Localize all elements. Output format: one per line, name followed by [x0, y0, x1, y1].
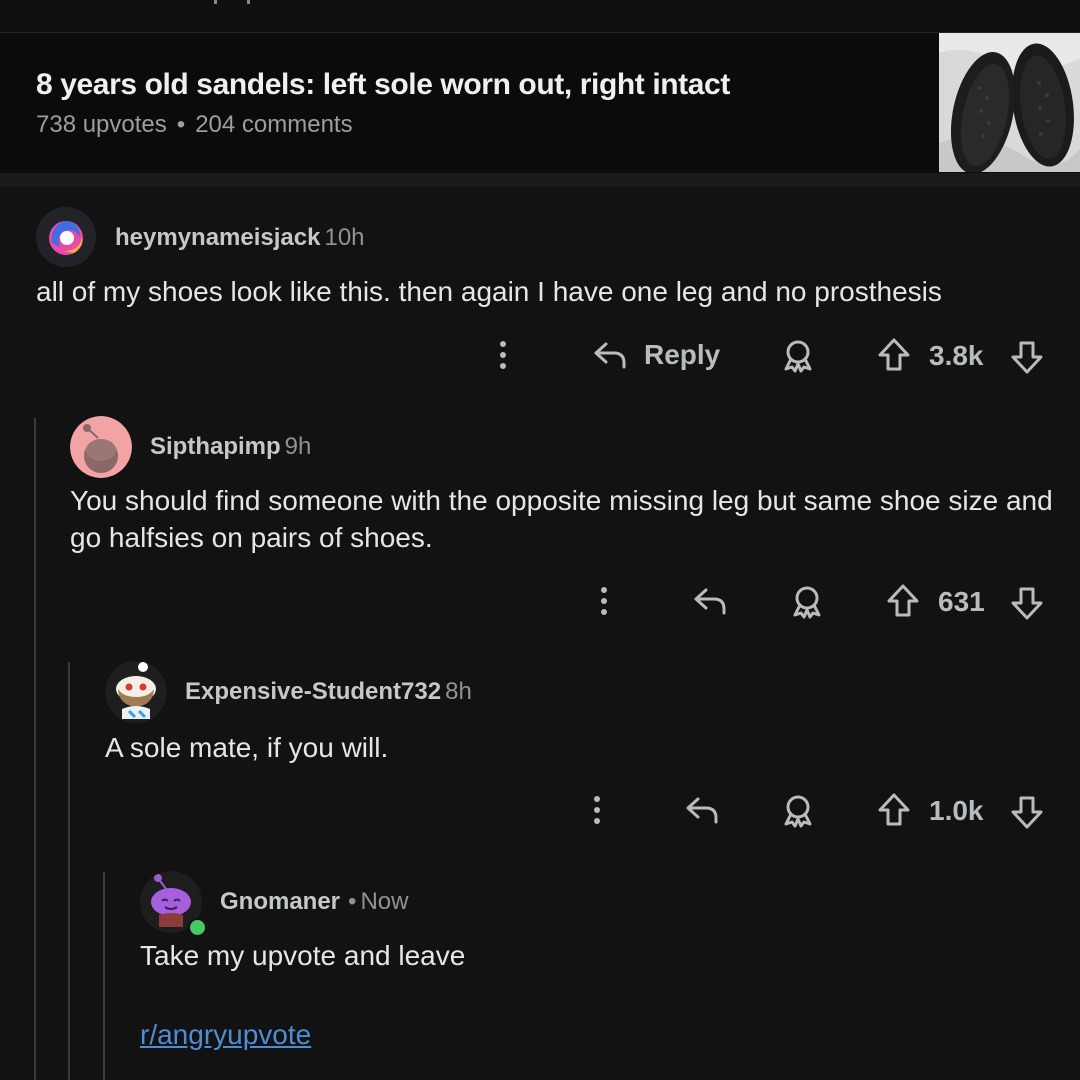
comment-header: Expensive-Student732 8h	[185, 678, 472, 706]
cut-glyph	[214, 0, 217, 4]
award-button[interactable]	[780, 338, 816, 374]
award-icon	[784, 340, 812, 373]
comment-header: heymynameisjack 10h	[115, 224, 365, 252]
more-options-button[interactable]	[589, 795, 605, 825]
downvote-button[interactable]	[1010, 585, 1044, 621]
upvote-button[interactable]	[877, 337, 911, 373]
award-button[interactable]	[789, 584, 825, 620]
vote-score: 1.0k	[929, 795, 984, 826]
vote-score: 3.8k	[929, 340, 984, 371]
post-title[interactable]: 8 years old sandels: left sole worn out,…	[36, 68, 730, 102]
reply-arrow-icon	[694, 588, 726, 615]
post-meta: 738 upvotes • 204 comments	[36, 111, 353, 139]
cut-glyph	[247, 0, 250, 4]
downvote-arrow-icon	[1011, 796, 1043, 829]
avatar[interactable]	[70, 416, 132, 478]
more-options-button[interactable]	[596, 586, 612, 616]
more-options-button[interactable]	[495, 340, 511, 370]
comment-count: 204 comments	[195, 111, 353, 138]
username[interactable]: Gnomaner	[220, 888, 340, 915]
award-icon	[793, 586, 821, 619]
post-card[interactable]	[0, 33, 1080, 174]
more-vertical-icon	[601, 587, 607, 615]
top-strip	[0, 0, 1080, 33]
reply-button[interactable]	[684, 793, 720, 827]
username[interactable]: Sipthapimp	[150, 433, 281, 460]
vote-score: 631	[938, 586, 985, 617]
avatar[interactable]	[105, 661, 167, 723]
reply-arrow-icon	[686, 797, 718, 824]
comment-header: Sipthapimp 9h	[150, 433, 311, 461]
timestamp: Now	[360, 888, 409, 915]
username[interactable]: Expensive-Student732	[185, 678, 441, 705]
upvote-button[interactable]	[886, 583, 920, 619]
post-thumbnail[interactable]	[939, 33, 1080, 172]
downvote-button[interactable]	[1010, 794, 1044, 830]
award-icon	[784, 795, 812, 828]
thread-line[interactable]	[103, 872, 105, 1080]
reply-label: Reply	[644, 339, 721, 370]
upvote-button[interactable]	[877, 792, 911, 828]
meta-separator: •	[176, 111, 186, 138]
downvote-arrow-icon	[1011, 341, 1043, 374]
section-gap	[0, 173, 1080, 187]
award-button[interactable]	[780, 793, 816, 829]
comment-body: all of my shoes look like this. then aga…	[36, 276, 942, 307]
comment-body: A sole mate, if you will.	[105, 732, 389, 763]
downvote-arrow-icon	[1011, 587, 1043, 620]
online-status-indicator	[188, 918, 207, 937]
reply-arrow-icon	[594, 342, 626, 369]
avatar[interactable]	[36, 207, 96, 267]
upvote-arrow-icon	[878, 793, 910, 826]
thread-line[interactable]	[68, 662, 70, 1080]
timestamp: 8h	[445, 678, 472, 705]
meta-separator: •	[348, 888, 357, 915]
timestamp: 9h	[284, 433, 312, 460]
username[interactable]: heymynameisjack	[115, 224, 320, 251]
comment-body: You should find someone with the opposit…	[70, 485, 1053, 553]
downvote-button[interactable]	[1010, 339, 1044, 375]
more-vertical-icon	[500, 341, 506, 369]
timestamp: 10h	[324, 224, 365, 251]
upvote-arrow-icon	[887, 584, 919, 617]
reply-button[interactable]	[692, 584, 728, 618]
upvote-count: 738 upvotes	[36, 111, 167, 138]
more-vertical-icon	[594, 796, 600, 824]
comment-header: Gnomaner • Now	[220, 888, 408, 916]
reply-button[interactable]: Reply	[592, 338, 720, 372]
thread-line[interactable]	[34, 418, 36, 1080]
comment-body: Take my upvote and leave	[140, 940, 466, 971]
subreddit-link[interactable]: r/angryupvote	[140, 1016, 311, 1053]
upvote-arrow-icon	[878, 338, 910, 371]
